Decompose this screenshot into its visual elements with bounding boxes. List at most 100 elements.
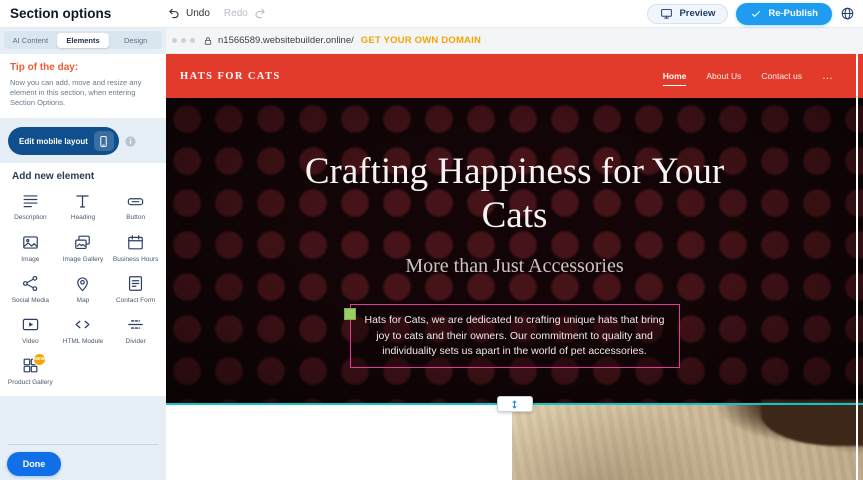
element-label: Contact Form [116, 297, 155, 305]
element-label: Heading [71, 214, 95, 222]
video-icon [21, 315, 40, 335]
empty-content-area [166, 404, 512, 480]
info-button[interactable] [124, 135, 137, 148]
tab-elements[interactable]: Elements [57, 33, 110, 48]
image-gallery-icon [73, 233, 92, 253]
section-options-sidebar: AI Content Elements Design Tip of the da… [0, 28, 166, 480]
nav-home[interactable]: Home [663, 67, 687, 86]
html-module-icon [73, 315, 92, 335]
globe-icon [840, 6, 855, 21]
redo-icon [253, 7, 266, 20]
element-label: HTML Module [63, 338, 104, 346]
lock-icon [203, 36, 213, 46]
topbar-actions: Preview Re-Publish [647, 3, 863, 25]
undo-icon [168, 7, 181, 20]
element-label: Description [14, 214, 47, 222]
element-image-gallery[interactable]: Image Gallery [57, 230, 110, 267]
hero-paragraph: Hats for Cats, we are dedicated to craft… [361, 313, 669, 359]
check-icon [750, 8, 762, 20]
browser-chrome-bar: n1566589.websitebuilder.online/ GET YOUR… [166, 28, 863, 54]
page-title: Section options [0, 6, 160, 21]
hero-paragraph-box[interactable]: Hats for Cats, we are dedicated to craft… [350, 304, 680, 368]
map-icon [73, 274, 92, 294]
new-badge: NEW [33, 353, 46, 366]
nav-more-button[interactable]: … [822, 72, 833, 80]
hero-section: Crafting Happiness for Your Cats More th… [166, 98, 863, 404]
language-globe-button[interactable] [840, 6, 855, 21]
business-hours-icon [126, 233, 145, 253]
element-label: Map [77, 297, 90, 305]
edit-mobile-layout-button[interactable]: Edit mobile layout [8, 127, 119, 155]
element-video[interactable]: Video [4, 312, 57, 349]
edit-mobile-layout-label: Edit mobile layout [19, 137, 88, 146]
add-element-heading: Add new element [12, 171, 162, 182]
window-dot [190, 38, 195, 43]
phone-icon [94, 131, 114, 151]
tip-title: Tip of the day: [10, 62, 156, 73]
element-drag-handle[interactable] [344, 308, 356, 320]
element-map[interactable]: Map [57, 271, 110, 308]
element-grid: Description Heading Button Image [4, 188, 162, 390]
sidebar-tabs: AI Content Elements Design [4, 31, 162, 49]
section-resize-handle[interactable] [497, 396, 533, 412]
sidebar-divider [8, 444, 158, 445]
window-dot [181, 38, 186, 43]
element-button[interactable]: Button [109, 188, 162, 225]
element-social-media[interactable]: Social Media [4, 271, 57, 308]
next-section [166, 404, 863, 480]
canvas-edge-gap [856, 54, 858, 480]
site-logo[interactable]: HATS FOR CATS [180, 71, 281, 82]
editor-topbar: Section options Undo Redo Preview Re-P [0, 0, 863, 28]
republish-button[interactable]: Re-Publish [736, 3, 832, 25]
cat-silhouette [761, 400, 863, 446]
element-product-gallery[interactable]: NEW Product Gallery [4, 353, 57, 390]
nav-contact-us[interactable]: Contact us [761, 67, 802, 85]
redo-button[interactable]: Redo [224, 7, 266, 20]
tab-design[interactable]: Design [109, 33, 162, 48]
hero-subheading[interactable]: More than Just Accessories [405, 255, 623, 278]
preview-label: Preview [679, 8, 715, 19]
window-dots [172, 38, 195, 43]
element-description[interactable]: Description [4, 188, 57, 225]
nav-about-us[interactable]: About Us [706, 67, 741, 85]
tip-of-the-day-card: Tip of the day: Now you can add, move an… [0, 54, 166, 118]
hero-heading[interactable]: Crafting Happiness for Your Cats [280, 150, 750, 237]
element-heading[interactable]: Heading [57, 188, 110, 225]
site-url: n1566589.websitebuilder.online/ [218, 35, 354, 46]
element-label: Product Gallery [8, 379, 53, 387]
image-icon [21, 233, 40, 253]
cat-photo[interactable] [512, 404, 863, 480]
element-contact-form[interactable]: Contact Form [109, 271, 162, 308]
history-controls: Undo Redo [168, 7, 266, 20]
element-label: Image [21, 256, 39, 264]
social-media-icon [21, 274, 40, 294]
element-label: Social Media [12, 297, 49, 305]
divider-icon [126, 315, 145, 335]
element-label: Business Hours [113, 256, 159, 264]
undo-button[interactable]: Undo [168, 7, 210, 20]
get-domain-link[interactable]: GET YOUR OWN DOMAIN [361, 35, 481, 46]
redo-label: Redo [224, 8, 248, 19]
info-icon [124, 135, 137, 148]
element-html-module[interactable]: HTML Module [57, 312, 110, 349]
resize-arrows-icon [509, 398, 520, 411]
element-label: Video [22, 338, 39, 346]
site-nav: Home About Us Contact us … [663, 67, 833, 86]
preview-button[interactable]: Preview [647, 4, 728, 24]
element-divider[interactable]: Divider [109, 312, 162, 349]
tip-body: Now you can add, move and resize any ele… [10, 78, 156, 108]
mobile-layout-row: Edit mobile layout [8, 127, 166, 155]
element-business-hours[interactable]: Business Hours [109, 230, 162, 267]
undo-label: Undo [186, 8, 210, 19]
heading-icon [73, 191, 92, 211]
done-button[interactable]: Done [7, 452, 61, 476]
site-header: HATS FOR CATS Home About Us Contact us … [166, 54, 863, 98]
element-label: Image Gallery [63, 256, 103, 264]
element-label: Button [126, 214, 145, 222]
contact-form-icon [126, 274, 145, 294]
description-icon [21, 191, 40, 211]
element-image[interactable]: Image [4, 230, 57, 267]
window-dot [172, 38, 177, 43]
tab-ai-content[interactable]: AI Content [4, 33, 57, 48]
republish-label: Re-Publish [768, 8, 818, 19]
